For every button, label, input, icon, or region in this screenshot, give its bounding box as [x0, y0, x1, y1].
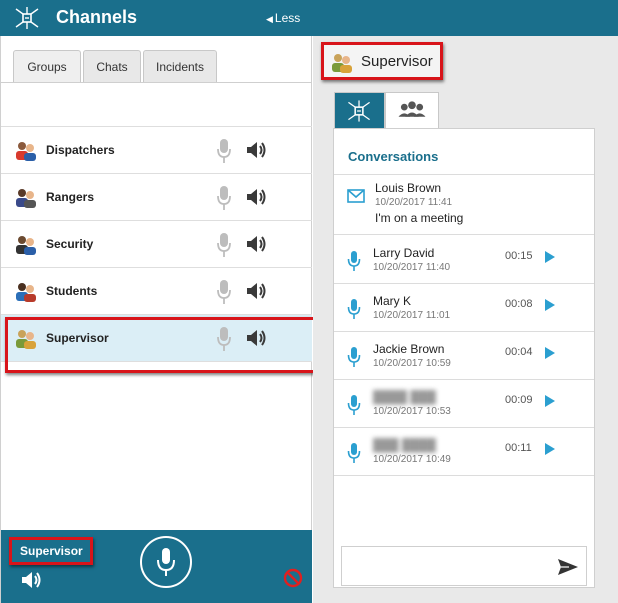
message-input[interactable]: [342, 547, 548, 585]
voice-duration: 00:11: [505, 442, 532, 454]
group-icon: [16, 142, 36, 161]
channel-label: Rangers: [46, 190, 95, 204]
voice-message-row[interactable]: Jackie Brown 10/20/2017 10:59 00:04: [334, 332, 594, 380]
tab-groups[interactable]: Groups: [13, 50, 81, 82]
message-timestamp: 10/20/2017 11:41: [375, 197, 453, 208]
mic-icon: [347, 347, 361, 367]
voice-message-row[interactable]: Larry David 10/20/2017 11:40 00:15: [334, 236, 594, 284]
mic-icon[interactable]: [216, 279, 232, 305]
header-bar: Channels ◀ Less: [0, 0, 618, 36]
envelope-icon: [347, 189, 365, 203]
channel-title-box: Supervisor: [321, 42, 443, 80]
conversation-text-message[interactable]: Louis Brown 10/20/2017 11:41 I'm on a me…: [334, 175, 594, 235]
app-root: Channels ◀ Less Groups Chats Incidents Di…: [0, 0, 618, 603]
voice-sender-redacted: ███ ████: [373, 438, 436, 452]
left-panel: Groups Chats Incidents Dispatchers Range…: [0, 36, 319, 603]
voice-sender-redacted: ████ ███: [373, 390, 436, 404]
speaker-icon[interactable]: [246, 234, 268, 254]
mic-icon[interactable]: [216, 185, 232, 211]
speaker-icon[interactable]: [246, 328, 268, 348]
speaker-icon[interactable]: [246, 140, 268, 160]
voice-timestamp: 10/20/2017 11:01: [373, 310, 451, 321]
tab-chats[interactable]: Chats: [83, 50, 141, 82]
play-icon[interactable]: [544, 250, 556, 264]
right-panel: Supervisor Conversations Louis Brown 10/…: [313, 36, 618, 603]
channel-row-dispatchers[interactable]: Dispatchers: [1, 126, 312, 174]
redacted-name: ████ ███: [373, 390, 436, 404]
voice-sender: Jackie Brown: [373, 342, 445, 356]
channel-row-security[interactable]: Security: [1, 220, 312, 268]
less-label: Less: [274, 11, 301, 25]
active-channel-label: Supervisor: [9, 537, 93, 565]
less-toggle[interactable]: ◀ Less: [266, 11, 300, 25]
speaker-icon[interactable]: [246, 187, 268, 207]
conversations-heading: Conversations: [348, 149, 439, 164]
header-title: Channels: [56, 7, 138, 27]
play-icon[interactable]: [544, 442, 556, 456]
channel-list: Dispatchers Rangers Security Students Su…: [1, 126, 312, 362]
send-icon[interactable]: [557, 557, 579, 577]
mic-icon[interactable]: [216, 232, 232, 258]
channel-row-students[interactable]: Students: [1, 267, 312, 315]
collapse-arrow-icon: ◀: [266, 14, 273, 24]
voice-message-row[interactable]: ████ ███ 10/20/2017 10:53 00:09: [334, 380, 594, 428]
hub-icon: [348, 100, 370, 122]
speaker-icon[interactable]: [21, 570, 43, 590]
channel-label: Supervisor: [46, 331, 109, 345]
compose-bar: [341, 546, 587, 586]
channel-label: Security: [46, 237, 94, 251]
group-icon: [16, 189, 36, 208]
channel-row-supervisor[interactable]: Supervisor: [1, 314, 312, 362]
group-icon: [332, 54, 352, 73]
message-sender: Louis Brown: [375, 181, 442, 195]
channels-logo-icon: [15, 7, 39, 29]
group-icon: [16, 283, 36, 302]
channel-title: Supervisor: [361, 53, 433, 70]
group-icon: [16, 330, 36, 349]
mic-icon[interactable]: [216, 138, 232, 164]
voice-message-row[interactable]: ███ ████ 10/20/2017 10:49 00:11: [334, 428, 594, 476]
left-tab-bar: Groups Chats Incidents: [1, 36, 312, 83]
voice-timestamp: 10/20/2017 10:49: [373, 454, 451, 465]
channel-row-rangers[interactable]: Rangers: [1, 173, 312, 221]
tab-incidents[interactable]: Incidents: [143, 50, 217, 82]
redacted-name: ███ ████: [373, 438, 436, 452]
tab-channel-hub[interactable]: [334, 92, 385, 128]
mic-icon[interactable]: [216, 326, 232, 352]
voice-sender: Larry David: [373, 246, 435, 260]
voice-duration: 00:09: [505, 394, 533, 406]
mic-icon: [347, 251, 361, 271]
mic-icon: [157, 548, 175, 576]
voice-timestamp: 10/20/2017 10:53: [373, 406, 451, 417]
voice-sender: Mary K: [373, 294, 412, 308]
voice-duration: 00:04: [505, 346, 533, 358]
play-icon[interactable]: [544, 298, 556, 312]
ptt-bar: Supervisor: [1, 530, 312, 603]
voice-duration: 00:15: [505, 250, 533, 262]
voice-timestamp: 10/20/2017 11:40: [373, 262, 451, 273]
mic-icon: [347, 443, 361, 463]
channel-label: Students: [46, 284, 98, 298]
push-to-talk-button[interactable]: [140, 536, 192, 588]
people-icon: [398, 101, 426, 117]
voice-message-row[interactable]: Mary K 10/20/2017 11:01 00:08: [334, 284, 594, 332]
play-icon[interactable]: [544, 394, 556, 408]
voice-timestamp: 10/20/2017 10:59: [373, 358, 451, 369]
mic-icon: [347, 395, 361, 415]
play-icon[interactable]: [544, 346, 556, 360]
tab-members[interactable]: [385, 92, 439, 128]
mic-icon: [347, 299, 361, 319]
message-body: I'm on a meeting: [375, 211, 464, 225]
voice-duration: 00:08: [505, 298, 533, 310]
channel-label: Dispatchers: [46, 143, 115, 157]
conversations-panel: Conversations Louis Brown 10/20/2017 11:…: [333, 128, 595, 588]
speaker-icon[interactable]: [246, 281, 268, 301]
group-icon: [16, 236, 36, 255]
mute-blocked-icon[interactable]: [283, 568, 303, 588]
